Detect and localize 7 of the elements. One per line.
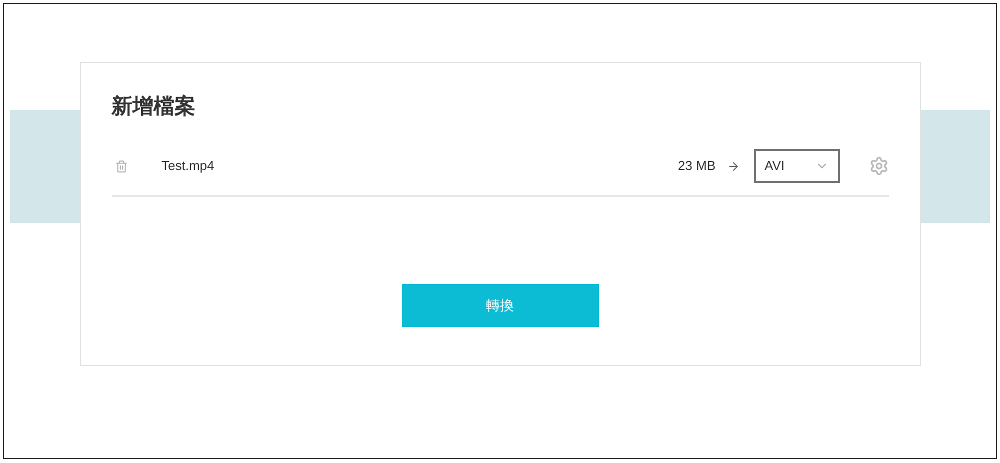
file-size: 23 MB (678, 157, 716, 176)
delete-icon[interactable] (114, 160, 128, 172)
arrow-icon (726, 160, 740, 172)
card-title: 新增檔案 (112, 94, 196, 120)
format-select[interactable]: AVI (754, 149, 840, 183)
file-name: Test.mp4 (162, 157, 214, 176)
settings-icon[interactable] (868, 156, 888, 176)
